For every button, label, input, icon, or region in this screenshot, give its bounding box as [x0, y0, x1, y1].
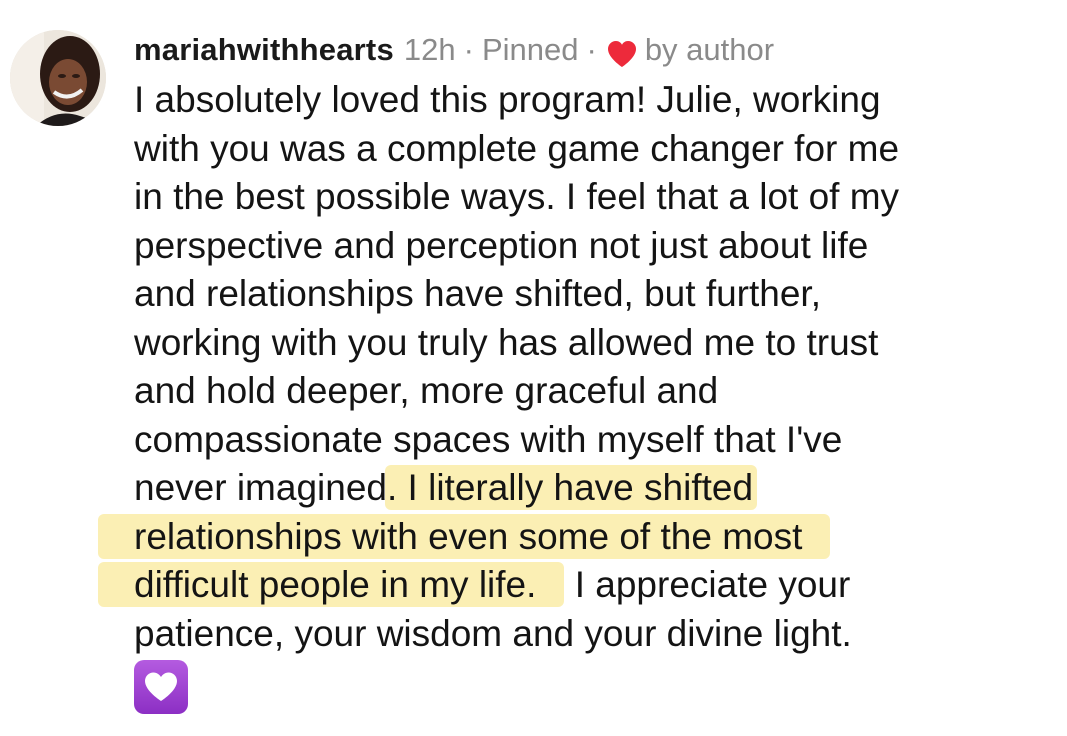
purple-heart-icon: [134, 660, 188, 714]
comment-line: compassionate spaces with myself that I'…: [134, 418, 843, 460]
avatar-photo: [10, 30, 106, 126]
username-link[interactable]: mariahwithhearts: [134, 30, 394, 70]
comment-body: I absolutely loved this program! Julie, …: [98, 76, 1049, 714]
highlighted-text: relationships with even some of the most: [98, 513, 831, 559]
comment-line: patience, your wisdom and your divine li…: [134, 612, 852, 654]
heart-icon: [607, 38, 637, 67]
comment-line: working with you truly has allowed me to…: [134, 321, 879, 363]
comment-text: I appreciate your: [564, 564, 851, 605]
separator-dot: ·: [463, 32, 474, 67]
comment-line: never imagined. I literally have shifted: [134, 464, 1049, 513]
highlighted-text: . I literally have shifted: [384, 465, 758, 510]
comment-line: and relationships have shifted, but furt…: [134, 273, 821, 314]
separator-dot: ·: [586, 32, 597, 67]
liked-by-author-label: by author: [644, 32, 775, 67]
comment: mariahwithhearts 12h · Pinned · by autho…: [98, 30, 1049, 714]
comment-line: relationships with even some of the most: [98, 513, 1049, 562]
comment-line: perspective and perception not just abou…: [134, 224, 869, 266]
comment-meta: mariahwithhearts 12h · Pinned · by autho…: [134, 30, 1049, 70]
comment-line: in the best possible ways. I feel that a…: [134, 176, 900, 217]
comment-timestamp: 12h: [403, 32, 456, 67]
pinned-label: Pinned: [481, 32, 579, 67]
comment-line: I absolutely loved this program! Julie, …: [134, 79, 881, 120]
comment-text: never imagined: [134, 467, 387, 508]
comment-line: and hold deeper, more graceful and: [134, 370, 719, 411]
comment-line: with you was a complete game changer for…: [134, 127, 900, 169]
comment-line: [134, 658, 1049, 714]
comment-line: difficult people in my life. I appreciat…: [98, 561, 1049, 610]
highlighted-text: difficult people in my life.: [98, 562, 565, 607]
avatar[interactable]: [10, 30, 106, 126]
